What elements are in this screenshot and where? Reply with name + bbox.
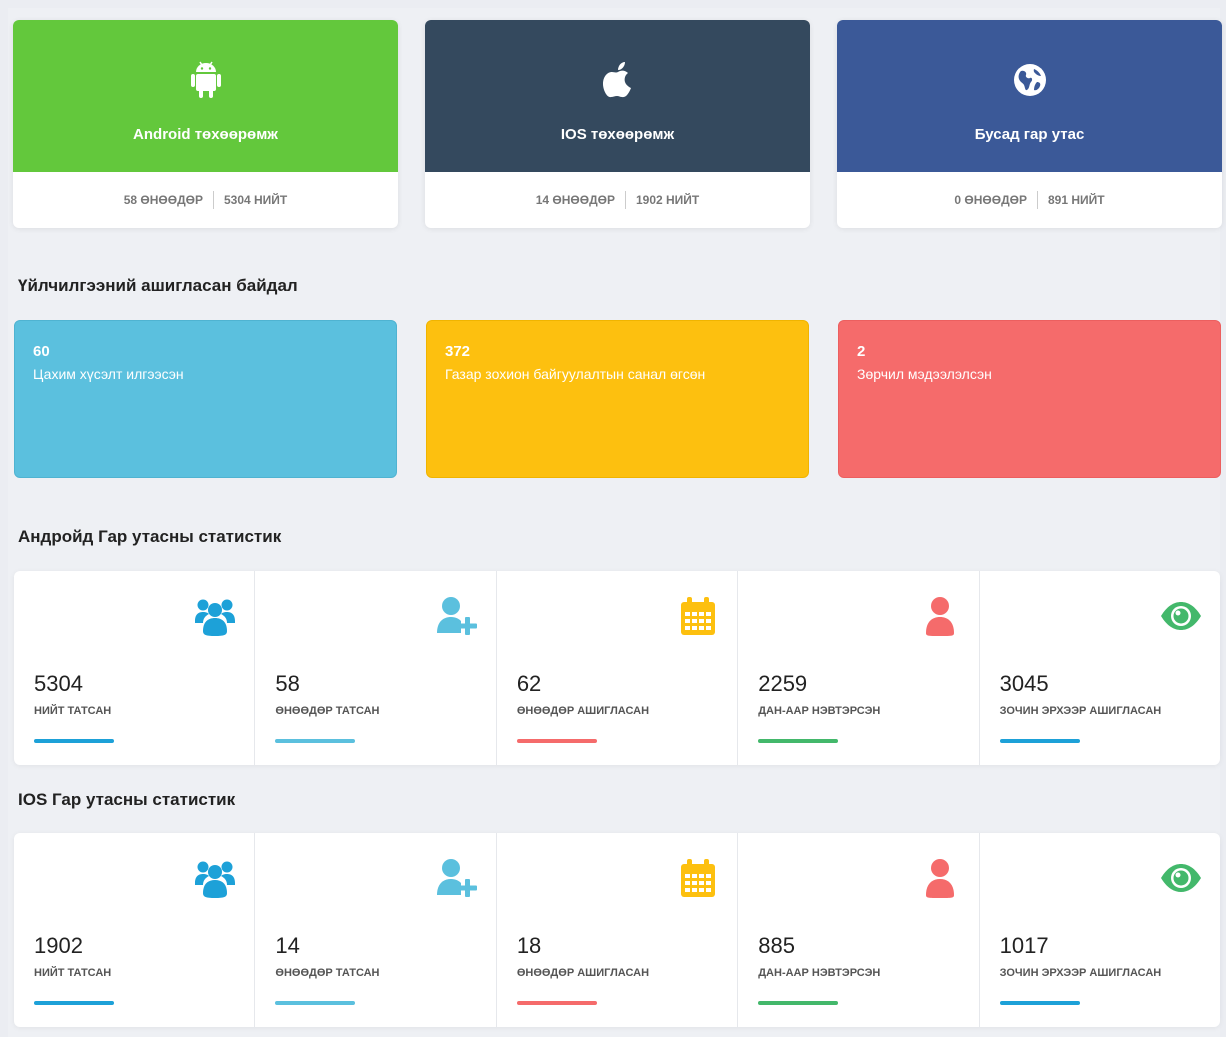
stat-value: 5304 (34, 671, 83, 696)
android-stats-panel: 5304 НИЙТ ТАТСАН 58 ӨНӨӨДӨР ТАТСАН 62 ӨН… (14, 571, 1220, 765)
usage-section-title: Үйлчилгээний ашигласан байдал (18, 276, 298, 295)
land-planning-card[interactable]: 372 Газар зохион байгуулалтын санал өгсө… (426, 320, 809, 478)
stat-tile: 58 ӨНӨӨДӨР ТАТСАН (255, 571, 497, 765)
usage-text: Цахим хүсэлт илгээсэн (33, 366, 184, 382)
stat-label: ДАН-ААР НЭВТЭРСЭН (758, 705, 881, 717)
android-device-card[interactable]: Android төхөөрөмж 58 ӨНӨӨДӨР 5304 НИЙТ (13, 20, 398, 228)
total-count: 1902 НИЙТ (635, 193, 700, 207)
user-plus-icon (436, 857, 478, 899)
stat-tile: 2259 ДАН-ААР НЭВТЭРСЭН (738, 571, 980, 765)
stat-label: ЗОЧИН ЭРХЭЭР АШИГЛАСАН (999, 705, 1162, 717)
stat-label: ӨНӨӨДӨР ТАТСАН (275, 705, 380, 717)
device-label: Android төхөөрөмж (133, 126, 278, 143)
stat-bar (275, 1001, 356, 1005)
total-count: 891 НИЙТ (1047, 193, 1105, 207)
ios-device-card[interactable]: IOS төхөөрөмж 14 ӨНӨӨДӨР 1902 НИЙТ (425, 20, 810, 228)
today-count: 58 ӨНӨӨДӨР (123, 193, 203, 207)
user-icon (919, 857, 961, 899)
usage-value: 2 (857, 343, 866, 360)
stat-value: 58 (275, 671, 300, 696)
violation-report-card[interactable]: 2 Зөрчил мэдээлэлсэн (838, 320, 1221, 478)
stat-label: НИЙТ ТАТСАН (34, 967, 112, 979)
device-label: IOS төхөөрөмж (560, 126, 675, 143)
android-icon (188, 60, 224, 100)
stat-tile: 5304 НИЙТ ТАТСАН (14, 571, 256, 765)
stat-label: ӨНӨӨДӨР АШИГЛАСАН (516, 705, 650, 717)
stat-bar (516, 1001, 597, 1005)
calendar-icon (677, 595, 719, 637)
e-request-card[interactable]: 60 Цахим хүсэлт илгээсэн (14, 320, 397, 478)
device-stats: 14 ӨНӨӨДӨР 1902 НИЙТ (425, 172, 810, 228)
ios-card-header: IOS төхөөрөмж (425, 20, 810, 172)
android-stats-title: Андройд Гар утасны статистик (18, 527, 282, 546)
stat-label: ӨНӨӨДӨР АШИГЛАСАН (516, 967, 650, 979)
stat-tile: 3045 ЗОЧИН ЭРХЭЭР АШИГЛАСАН (980, 571, 1220, 765)
stat-bar (758, 739, 839, 743)
stat-tile: 885 ДАН-ААР НЭВТЭРСЭН (738, 833, 980, 1027)
stat-value: 62 (516, 671, 542, 696)
total-count: 5304 НИЙТ (223, 193, 288, 207)
user-plus-icon (436, 595, 478, 637)
today-count: 0 ӨНӨӨДӨР (954, 193, 1027, 207)
stat-value: 3045 (999, 671, 1049, 696)
eye-icon (1160, 595, 1202, 637)
stat-bar (34, 739, 114, 743)
device-stats: 0 ӨНӨӨДӨР 891 НИЙТ (837, 172, 1222, 228)
stat-value: 1902 (34, 933, 83, 958)
stat-value: 2259 (758, 671, 808, 696)
eye-icon (1160, 857, 1202, 899)
stat-bar (34, 1001, 114, 1005)
usage-value: 60 (33, 343, 50, 360)
usage-value: 372 (445, 343, 471, 360)
stat-bar (275, 739, 356, 743)
device-label: Бусад гар утас (974, 126, 1085, 143)
stat-value: 1017 (999, 933, 1049, 958)
stat-label: ӨНӨӨДӨР ТАТСАН (275, 967, 380, 979)
divider (624, 191, 626, 209)
user-icon (919, 595, 961, 637)
stat-bar (999, 1001, 1080, 1005)
apple-icon (600, 60, 636, 100)
divider (1036, 191, 1038, 209)
dashboard: Android төхөөрөмж 58 ӨНӨӨДӨР 5304 НИЙТ I… (0, 0, 1226, 1037)
divider (212, 191, 214, 209)
stat-label: ЗОЧИН ЭРХЭЭР АШИГЛАСАН (999, 967, 1162, 979)
stat-tile: 14 ӨНӨӨДӨР ТАТСАН (255, 833, 497, 1027)
today-count: 14 ӨНӨӨДӨР (535, 193, 615, 207)
stat-value: 14 (275, 933, 300, 958)
other-device-card[interactable]: Бусад гар утас 0 ӨНӨӨДӨР 891 НИЙТ (837, 20, 1222, 228)
users-icon (194, 595, 236, 637)
stat-bar (516, 739, 597, 743)
stat-value: 885 (758, 933, 795, 958)
stat-bar (758, 1001, 839, 1005)
ios-stats-panel: 1902 НИЙТ ТАТСАН 14 ӨНӨӨДӨР ТАТСАН 18 ӨН… (14, 833, 1220, 1027)
stat-tile: 1902 НИЙТ ТАТСАН (14, 833, 256, 1027)
stat-tile: 1017 ЗОЧИН ЭРХЭЭР АШИГЛАСАН (980, 833, 1220, 1027)
stat-bar (999, 739, 1080, 743)
ios-stats-title: IOS Гар утасны статистик (18, 790, 236, 809)
device-stats: 58 ӨНӨӨДӨР 5304 НИЙТ (13, 172, 398, 228)
usage-text: Газар зохион байгуулалтын санал өгсөн (445, 366, 706, 382)
stat-label: НИЙТ ТАТСАН (34, 705, 112, 717)
stat-tile: 62 ӨНӨӨДӨР АШИГЛАСАН (497, 571, 739, 765)
usage-text: Зөрчил мэдээлэлсэн (857, 366, 992, 382)
globe-icon (1012, 60, 1048, 100)
stat-tile: 18 ӨНӨӨДӨР АШИГЛАСАН (497, 833, 739, 1027)
other-card-header: Бусад гар утас (837, 20, 1222, 172)
users-icon (194, 857, 236, 899)
calendar-icon (677, 857, 719, 899)
stat-label: ДАН-ААР НЭВТЭРСЭН (758, 967, 881, 979)
android-card-header: Android төхөөрөмж (13, 20, 398, 172)
stat-value: 18 (516, 933, 542, 958)
